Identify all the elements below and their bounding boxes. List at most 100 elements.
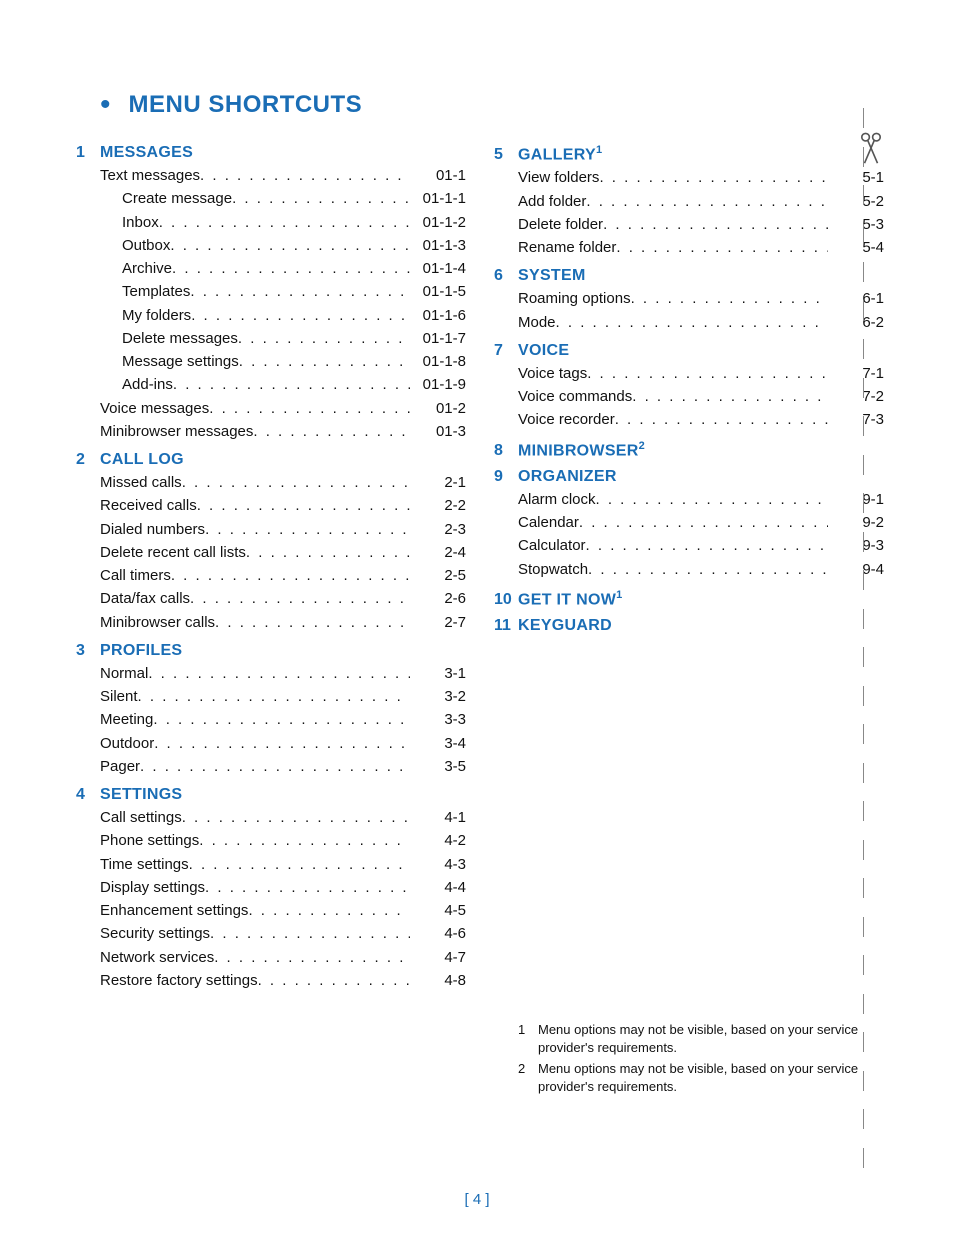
footnote: 2Menu options may not be visible, based … <box>518 1060 884 1095</box>
cut-tick <box>862 455 864 475</box>
toc-item-label: Network services <box>100 946 214 969</box>
section-header: 1MESSAGES <box>100 144 466 162</box>
toc-item-code: 2-6 <box>410 587 466 610</box>
section-number: 11 <box>494 617 518 635</box>
toc-item-code: 4-8 <box>410 969 466 992</box>
toc-item: Rename folder . . . . . . . . . . . . . … <box>518 236 884 259</box>
toc-item: Roaming options . . . . . . . . . . . . … <box>518 287 884 310</box>
footnote-text: Menu options may not be visible, based o… <box>538 1021 884 1056</box>
toc-item-label: Voice commands <box>518 385 632 408</box>
toc-item-code: 01-1-4 <box>410 257 466 280</box>
section-title: SETTINGS <box>100 786 182 804</box>
toc-item-label: Add-ins <box>122 373 173 396</box>
toc-item: Minibrowser calls . . . . . . . . . . . … <box>100 611 466 634</box>
section-header: 4SETTINGS <box>100 786 466 804</box>
toc-item-code: 3-5 <box>410 755 466 778</box>
cut-tick <box>862 147 864 167</box>
leader-dots: . . . . . . . . . . . . . . . . . . . . … <box>190 587 410 610</box>
toc-item: Missed calls . . . . . . . . . . . . . .… <box>100 471 466 494</box>
leader-dots: . . . . . . . . . . . . . . . . . . . . … <box>615 408 828 431</box>
toc-item-label: Calendar <box>518 511 579 534</box>
leader-dots: . . . . . . . . . . . . . . . . . . . . … <box>197 494 410 517</box>
leader-dots: . . . . . . . . . . . . . . . . . . . . … <box>239 350 410 373</box>
leader-dots: . . . . . . . . . . . . . . . . . . . . … <box>182 806 410 829</box>
cut-tick <box>862 262 864 282</box>
leader-dots: . . . . . . . . . . . . . . . . . . . . … <box>154 732 410 755</box>
cut-tick <box>862 609 864 629</box>
toc-item-code: 6-1 <box>828 287 884 310</box>
toc-item: My folders . . . . . . . . . . . . . . .… <box>100 304 466 327</box>
page-title: MENU SHORTCUTS <box>129 91 363 119</box>
toc-item-label: Delete folder <box>518 213 603 236</box>
leader-dots: . . . . . . . . . . . . . . . . . . . . … <box>138 685 410 708</box>
toc-item: Call timers . . . . . . . . . . . . . . … <box>100 564 466 587</box>
toc-item: Mode . . . . . . . . . . . . . . . . . .… <box>518 311 884 334</box>
toc-item: Normal . . . . . . . . . . . . . . . . .… <box>100 662 466 685</box>
cut-tick <box>862 724 864 744</box>
toc-item: Alarm clock . . . . . . . . . . . . . . … <box>518 488 884 511</box>
section-number: 6 <box>494 267 518 285</box>
toc-item: Enhancement settings . . . . . . . . . .… <box>100 899 466 922</box>
leader-dots: . . . . . . . . . . . . . . . . . . . . … <box>238 327 410 350</box>
toc-item-label: Received calls <box>100 494 197 517</box>
cut-tick <box>862 1109 864 1129</box>
toc-item-label: Message settings <box>122 350 239 373</box>
toc-item-code: 01-1-6 <box>410 304 466 327</box>
toc-item-code: 4-5 <box>410 899 466 922</box>
cut-tick <box>862 185 864 205</box>
column: 1MESSAGESText messages . . . . . . . . .… <box>100 136 466 1099</box>
toc-item-label: Archive <box>122 257 172 280</box>
toc-item-label: Rename folder <box>518 236 616 259</box>
leader-dots: . . . . . . . . . . . . . . . . . . . . … <box>253 420 410 443</box>
leader-dots: . . . . . . . . . . . . . . . . . . . . … <box>153 708 410 731</box>
leader-dots: . . . . . . . . . . . . . . . . . . . . … <box>209 397 410 420</box>
leader-dots: . . . . . . . . . . . . . . . . . . . . … <box>159 211 410 234</box>
toc-item: Pager . . . . . . . . . . . . . . . . . … <box>100 755 466 778</box>
toc-item: Voice commands . . . . . . . . . . . . .… <box>518 385 884 408</box>
leader-dots: . . . . . . . . . . . . . . . . . . . . … <box>631 287 828 310</box>
section-number: 4 <box>76 786 100 804</box>
toc-item-label: Create message <box>122 187 232 210</box>
section-header: 10GET IT NOW1 <box>518 589 884 609</box>
toc-item-label: Call settings <box>100 806 182 829</box>
leader-dots: . . . . . . . . . . . . . . . . . . . . … <box>632 385 828 408</box>
toc-item-label: Templates <box>122 280 190 303</box>
toc-item-code: 2-4 <box>410 541 466 564</box>
section-number: 10 <box>494 591 518 609</box>
toc-item: Dialed numbers . . . . . . . . . . . . .… <box>100 518 466 541</box>
toc-item-label: Display settings <box>100 876 205 899</box>
toc-item: Delete folder . . . . . . . . . . . . . … <box>518 213 884 236</box>
cut-tick <box>862 493 864 513</box>
toc-section: 1MESSAGESText messages . . . . . . . . .… <box>100 144 466 443</box>
toc-section: 11KEYGUARD <box>518 617 884 635</box>
toc-item-code: 01-3 <box>410 420 466 443</box>
toc-section: 9ORGANIZER Alarm clock . . . . . . . . . … <box>518 468 884 581</box>
leader-dots: . . . . . . . . . . . . . . . . . . . . … <box>140 755 410 778</box>
toc-item-code: 4-1 <box>410 806 466 829</box>
leader-dots: . . . . . . . . . . . . . . . . . . . . … <box>587 362 828 385</box>
toc-item-code: 5-3 <box>828 213 884 236</box>
toc-item: Display settings . . . . . . . . . . . .… <box>100 876 466 899</box>
cut-tick <box>862 801 864 821</box>
section-header: 9ORGANIZER <box>518 468 884 486</box>
toc-item-label: Normal <box>100 662 148 685</box>
leader-dots: . . . . . . . . . . . . . . . . . . . . … <box>170 234 410 257</box>
footnote-number: 2 <box>518 1060 538 1095</box>
cut-tick <box>862 647 864 667</box>
toc-item-label: Dialed numbers <box>100 518 205 541</box>
toc-item-code: 2-2 <box>410 494 466 517</box>
toc-item-code: 01-1-9 <box>410 373 466 396</box>
cut-tick <box>862 955 864 975</box>
cut-tick <box>862 416 864 436</box>
section-number: 2 <box>76 451 100 469</box>
toc-item: Meeting . . . . . . . . . . . . . . . . … <box>100 708 466 731</box>
toc-item-label: Calculator <box>518 534 586 557</box>
toc-item-code: 6-2 <box>828 311 884 334</box>
toc-item-code: 9-2 <box>828 511 884 534</box>
leader-dots: . . . . . . . . . . . . . . . . . . . . … <box>599 166 828 189</box>
toc-section: 7VOICEVoice tags . . . . . . . . . . . .… <box>518 342 884 432</box>
toc-item-label: Mode <box>518 311 556 334</box>
toc-item-code: 2-3 <box>410 518 466 541</box>
leader-dots: . . . . . . . . . . . . . . . . . . . . … <box>556 311 828 334</box>
cut-tick <box>862 840 864 860</box>
